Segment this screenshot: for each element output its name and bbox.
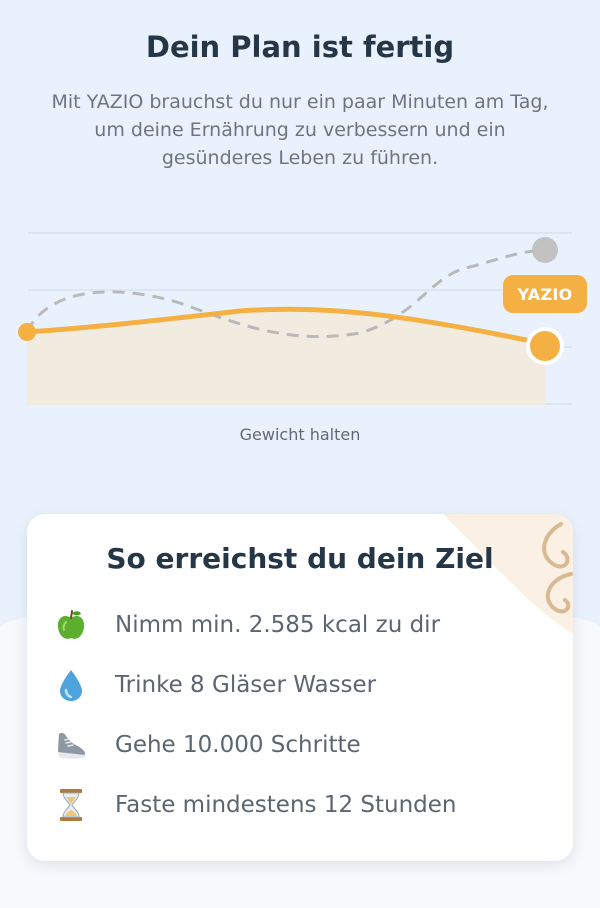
yazio-end-point [526, 327, 564, 365]
list-item-label: Nimm min. 2.585 kcal zu dir [115, 612, 441, 638]
sneaker-icon [52, 726, 90, 764]
card-title: So erreichst du dein Ziel [106, 542, 494, 575]
goal-card: So erreichst du dein Ziel Nimm min. 2.58… [27, 514, 573, 861]
page-subtitle: Mit YAZIO brauchst du nur ein paar Minut… [51, 91, 549, 169]
page-title: Dein Plan ist fertig [145, 30, 455, 64]
chart-caption: Gewicht halten [239, 425, 361, 444]
weight-chart [18, 232, 572, 405]
hourglass-icon [52, 786, 90, 824]
water-drop-icon [52, 666, 90, 704]
list-item: Faste mindestens 12 Stunden [52, 785, 552, 825]
apple-icon [52, 606, 90, 644]
start-point [18, 323, 36, 341]
list-item-label: Gehe 10.000 Schritte [115, 732, 361, 758]
list-item: Nimm min. 2.585 kcal zu dir [52, 605, 552, 645]
yazio-badge: YAZIO [503, 275, 587, 313]
other-end-point [532, 237, 558, 263]
list-item-label: Trinke 8 Gläser Wasser [115, 672, 377, 698]
list-item-label: Faste mindestens 12 Stunden [115, 792, 457, 818]
list-item: Trinke 8 Gläser Wasser [52, 665, 552, 705]
list-item: Gehe 10.000 Schritte [52, 725, 552, 765]
